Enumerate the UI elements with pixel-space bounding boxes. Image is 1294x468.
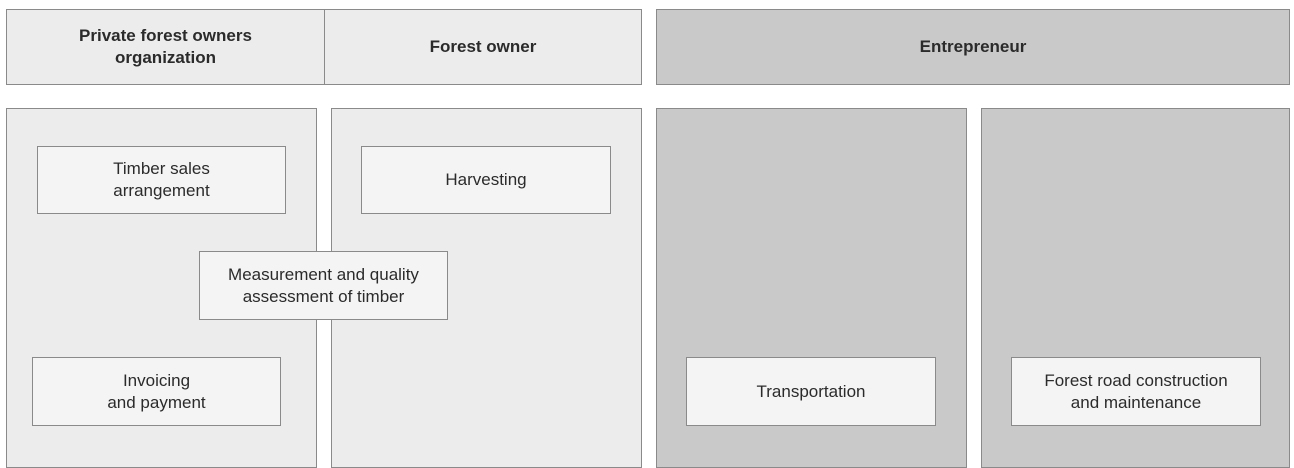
task-invoicing-label: Invoicing and payment	[107, 370, 206, 412]
task-timber-sales-arrangement: Timber sales arrangement	[37, 146, 286, 214]
header-entrepreneur: Entrepreneur	[656, 9, 1290, 85]
task-measurement-and-quality-assessment: Measurement and quality assessment of ti…	[199, 251, 448, 320]
header-forest-owner-label: Forest owner	[429, 37, 537, 56]
header-owner-side: Private forest owners organization Fores…	[6, 9, 642, 85]
header-private-org-label: Private forest owners organization	[79, 26, 252, 67]
task-timber-sales-label: Timber sales arrangement	[113, 159, 210, 200]
task-invoicing-and-payment: Invoicing and payment	[32, 357, 281, 426]
task-measurement-label: Measurement and quality assessment of ti…	[228, 264, 419, 306]
task-transportation-label: Transportation	[756, 381, 866, 401]
task-harvesting-label: Harvesting	[445, 170, 527, 189]
header-forest-owner: Forest owner	[325, 10, 641, 84]
task-harvesting: Harvesting	[361, 146, 611, 214]
task-transportation: Transportation	[686, 357, 936, 426]
header-private-forest-owners-organization: Private forest owners organization	[7, 10, 325, 84]
task-forest-road-label: Forest road construction and maintenance	[1044, 370, 1228, 412]
header-entrepreneur-label: Entrepreneur	[919, 37, 1027, 56]
task-forest-road-construction: Forest road construction and maintenance	[1011, 357, 1261, 426]
